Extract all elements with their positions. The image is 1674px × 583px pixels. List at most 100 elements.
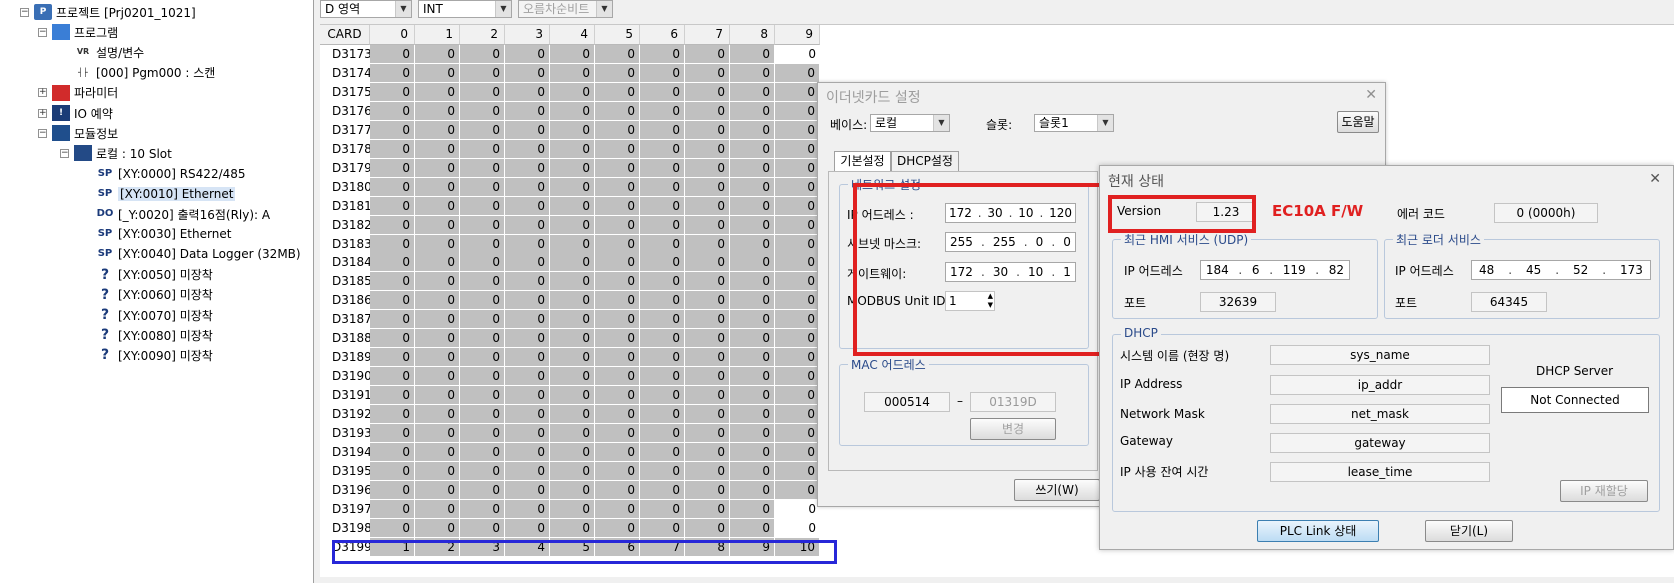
grid-cell[interactable]: 0: [370, 442, 415, 462]
grid-cell[interactable]: 0: [730, 518, 775, 538]
grid-cell[interactable]: 0: [550, 177, 595, 197]
grid-cell[interactable]: 0: [415, 82, 460, 102]
help-button[interactable]: 도움말: [1337, 111, 1379, 133]
grid-cell[interactable]: 0: [640, 253, 685, 273]
order-select[interactable]: 오름차순비트 ▼: [518, 0, 613, 18]
grid-cell[interactable]: 0: [460, 82, 505, 102]
grid-cell[interactable]: 0: [550, 405, 595, 425]
grid-cell[interactable]: 0: [415, 215, 460, 235]
tree-item[interactable]: SP [XY:0010] Ethernet: [82, 184, 236, 204]
grid-cell[interactable]: 0: [730, 348, 775, 368]
grid-cell[interactable]: 0: [460, 291, 505, 311]
grid-cell[interactable]: 0: [505, 442, 550, 462]
grid-cell[interactable]: 0: [685, 424, 730, 443]
grid-cell[interactable]: 0: [730, 310, 775, 330]
grid-cell[interactable]: 0: [505, 291, 550, 311]
grid-cell[interactable]: 0: [370, 158, 415, 178]
grid-cell[interactable]: 0: [550, 196, 595, 216]
tree-item[interactable]: VR 설명/변수: [60, 42, 144, 62]
grid-cell[interactable]: 0: [505, 272, 550, 292]
grid-cell[interactable]: 0: [775, 45, 820, 64]
grid-cell[interactable]: 0: [685, 329, 730, 349]
grid-cell[interactable]: 0: [370, 45, 415, 64]
plc-link-status-button[interactable]: PLC Link 상태: [1257, 520, 1379, 542]
grid-cell[interactable]: 0: [730, 120, 775, 140]
tree-item[interactable]: − 모듈정보: [38, 123, 118, 143]
grid-cell[interactable]: 0: [730, 45, 775, 64]
grid-cell[interactable]: 0: [640, 45, 685, 64]
grid-cell[interactable]: 0: [775, 405, 820, 425]
grid-cell[interactable]: 0: [595, 461, 640, 481]
grid-cell[interactable]: 0: [505, 63, 550, 83]
tree-item[interactable]: SP [XY:0040] Data Logger (32MB): [82, 244, 301, 264]
grid-cell[interactable]: 0: [640, 139, 685, 159]
grid-cell[interactable]: 0: [550, 480, 595, 500]
grid-cell[interactable]: 0: [685, 215, 730, 235]
grid-cell[interactable]: 0: [415, 442, 460, 462]
grid-cell[interactable]: 0: [730, 215, 775, 235]
grid-cell[interactable]: 0: [370, 291, 415, 311]
grid-cell[interactable]: 0: [775, 177, 820, 197]
grid-cell[interactable]: 0: [460, 518, 505, 538]
grid-cell[interactable]: 0: [370, 234, 415, 254]
grid-cell[interactable]: 0: [415, 461, 460, 481]
grid-cell[interactable]: 0: [595, 405, 640, 425]
grid-cell[interactable]: 0: [415, 386, 460, 406]
grid-cell[interactable]: 0: [415, 101, 460, 121]
grid-cell[interactable]: 0: [550, 215, 595, 235]
grid-cell[interactable]: 0: [640, 291, 685, 311]
grid-cell[interactable]: 0: [775, 120, 820, 140]
grid-cell[interactable]: 0: [460, 272, 505, 292]
grid-cell[interactable]: 0: [640, 63, 685, 83]
grid-cell[interactable]: 0: [415, 367, 460, 387]
chevron-down-icon[interactable]: ▼: [933, 115, 949, 131]
grid-cell[interactable]: 0: [370, 120, 415, 140]
grid-cell[interactable]: 0: [595, 101, 640, 121]
tree-item[interactable]: +! IO 예약: [38, 103, 113, 123]
expand-icon[interactable]: +: [38, 88, 47, 98]
grid-cell[interactable]: 0: [685, 101, 730, 121]
grid-cell[interactable]: 0: [730, 405, 775, 425]
grid-cell[interactable]: 0: [595, 272, 640, 292]
grid-cell[interactable]: 0: [370, 424, 415, 443]
grid-cell[interactable]: 0: [550, 234, 595, 254]
grid-cell[interactable]: 0: [595, 215, 640, 235]
grid-cell[interactable]: 0: [370, 461, 415, 481]
grid-cell[interactable]: 0: [685, 442, 730, 462]
grid-cell[interactable]: 0: [370, 499, 415, 519]
grid-cell[interactable]: 0: [775, 461, 820, 481]
grid-cell[interactable]: 0: [775, 367, 820, 387]
grid-cell[interactable]: 0: [640, 215, 685, 235]
grid-cell[interactable]: 0: [550, 461, 595, 481]
tab-basic[interactable]: 기본설정: [834, 151, 891, 171]
grid-cell[interactable]: 0: [640, 234, 685, 254]
grid-cell[interactable]: 0: [460, 499, 505, 519]
slot-select[interactable]: 슬롯1 ▼: [1034, 114, 1114, 132]
grid-cell[interactable]: 0: [460, 253, 505, 273]
grid-cell[interactable]: 0: [460, 158, 505, 178]
grid-cell[interactable]: 0: [550, 518, 595, 538]
grid-cell[interactable]: 0: [640, 196, 685, 216]
grid-cell[interactable]: 0: [550, 139, 595, 159]
grid-cell[interactable]: 0: [685, 272, 730, 292]
grid-cell[interactable]: 0: [550, 63, 595, 83]
grid-cell[interactable]: 0: [685, 367, 730, 387]
grid-cell[interactable]: 0: [730, 480, 775, 500]
grid-cell[interactable]: 0: [370, 367, 415, 387]
grid-cell[interactable]: 0: [550, 82, 595, 102]
grid-cell[interactable]: 0: [685, 196, 730, 216]
grid-cell[interactable]: 0: [460, 329, 505, 349]
grid-cell[interactable]: 0: [460, 442, 505, 462]
grid-cell[interactable]: 0: [640, 329, 685, 349]
tab-dhcp[interactable]: DHCP설정: [891, 151, 959, 171]
grid-cell[interactable]: 0: [730, 158, 775, 178]
grid-cell[interactable]: 0: [640, 158, 685, 178]
grid-cell[interactable]: 0: [550, 310, 595, 330]
grid-cell[interactable]: 0: [370, 329, 415, 349]
grid-cell[interactable]: 0: [775, 253, 820, 273]
change-button[interactable]: 변경: [970, 418, 1056, 440]
tree-item[interactable]: SP [XY:0000] RS422/485: [82, 164, 246, 184]
grid-cell[interactable]: 0: [415, 139, 460, 159]
grid-cell[interactable]: 0: [415, 196, 460, 216]
grid-cell[interactable]: 0: [730, 461, 775, 481]
